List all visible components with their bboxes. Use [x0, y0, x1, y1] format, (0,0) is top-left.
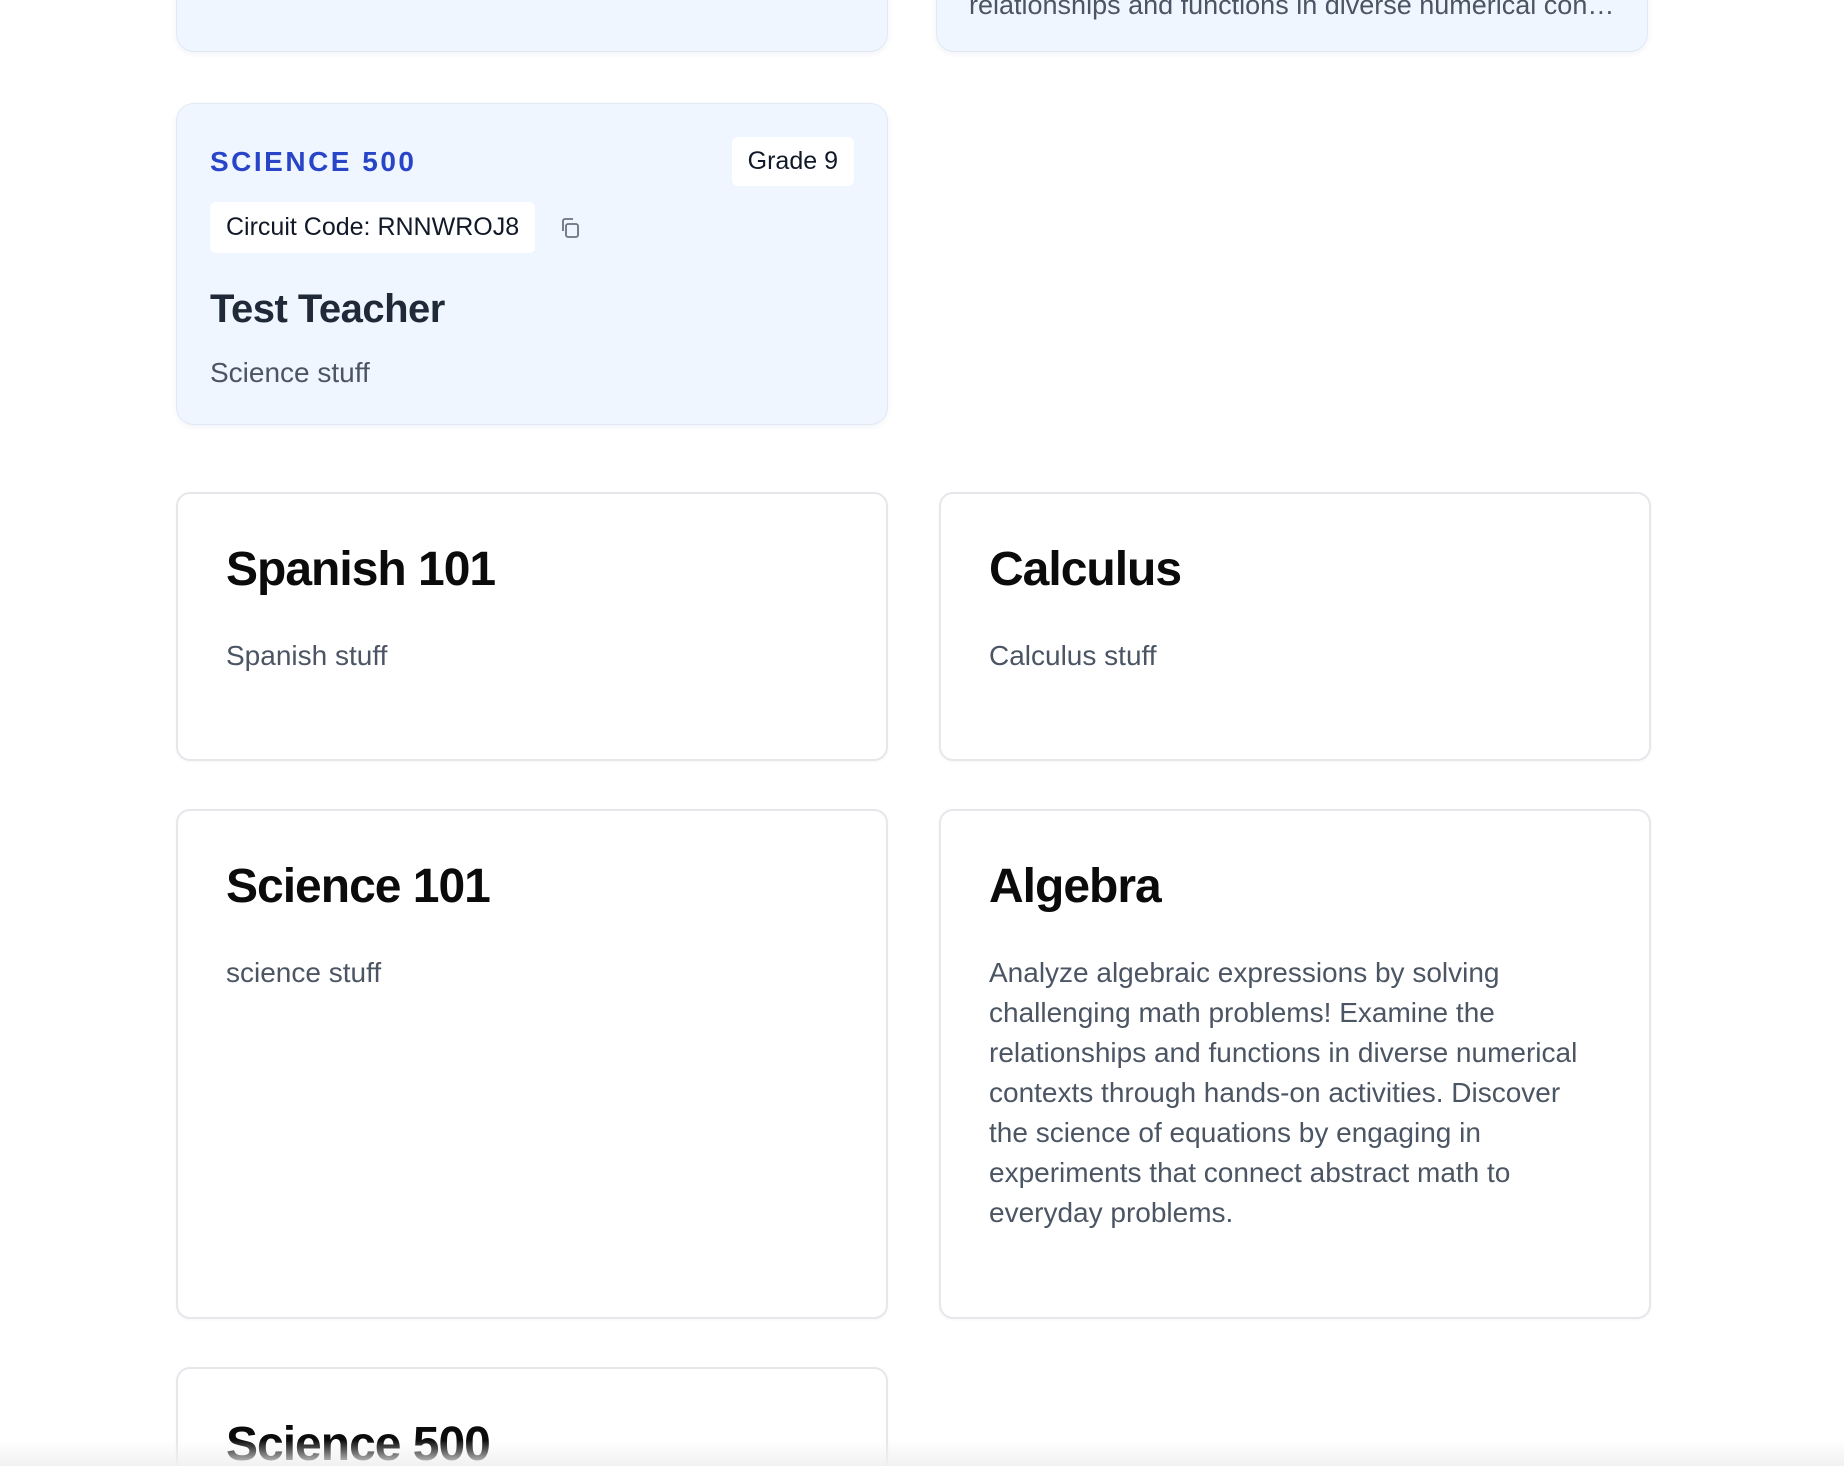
class-list-page: relationships and functions in diverse n… — [0, 0, 1844, 1466]
circuit-code-chip: Circuit Code: RNNWROJ8 — [210, 202, 536, 253]
course-title: Science 500 — [226, 1418, 491, 1466]
enrolled-class-card[interactable] — [176, 0, 888, 52]
circuit-code-value: RNNWROJ8 — [377, 213, 520, 241]
class-description: Science stuff — [210, 357, 370, 388]
course-description: science stuff — [226, 957, 382, 988]
course-description: Spanish stuff — [226, 640, 388, 671]
course-description: Analyze algebraic expressions by solving… — [989, 957, 1578, 1228]
grade-badge: Grade 9 — [731, 137, 854, 186]
course-title: Science 101 — [226, 860, 491, 913]
course-title: Algebra — [989, 860, 1162, 913]
enrolled-class-card-science-500[interactable]: SCIENCE 500 Grade 9 Circuit Code: RNNWROJ… — [176, 103, 888, 425]
course-card-science-500[interactable]: Science 500 — [176, 1367, 888, 1466]
course-card-calculus[interactable]: Calculus Calculus stuff — [939, 492, 1651, 761]
course-description: Calculus stuff — [989, 640, 1157, 671]
teacher-name: Test Teacher — [210, 287, 445, 331]
course-code: SCIENCE 500 — [210, 146, 417, 177]
copy-icon[interactable] — [555, 213, 585, 243]
course-card-algebra[interactable]: Algebra Analyze algebraic expressions by… — [939, 809, 1651, 1319]
course-title: Calculus — [989, 543, 1182, 596]
class-description: relationships and functions in diverse n… — [969, 0, 1619, 20]
course-card-spanish-101[interactable]: Spanish 101 Spanish stuff — [176, 492, 888, 761]
circuit-code-row: Circuit Code: RNNWROJ8 — [210, 202, 585, 253]
course-title: Spanish 101 — [226, 543, 496, 596]
course-card-science-101[interactable]: Science 101 science stuff — [176, 809, 888, 1319]
enrolled-class-card[interactable]: relationships and functions in diverse n… — [936, 0, 1648, 52]
circuit-code-label: Circuit Code: — [226, 213, 371, 241]
